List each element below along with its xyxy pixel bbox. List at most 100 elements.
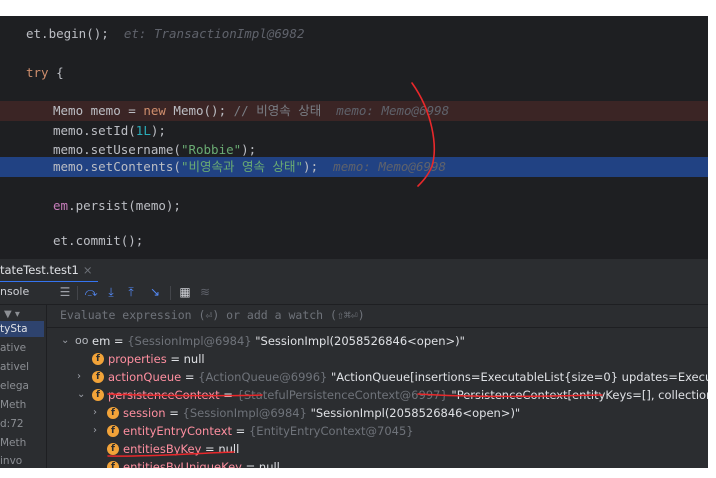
equals-sign: = (241, 460, 259, 468)
frame-item[interactable]: Meth (0, 397, 44, 413)
keyword-new: new (143, 103, 166, 118)
code-text: ); (150, 123, 166, 138)
variable-type: {SessionImpl@6984} (182, 406, 307, 420)
debug-toolbar: nsole ☰ ⤼ ⤓ ⤒ ↘ ▦ ≋ (0, 282, 708, 305)
code-text: memo.setId( (53, 123, 136, 138)
code-text: et.begin(); (26, 26, 109, 41)
menu-icon[interactable]: ☰ (58, 284, 72, 300)
field-icon: f (92, 371, 104, 383)
code-text: memo.setContents( (53, 159, 181, 174)
close-icon[interactable]: × (83, 263, 93, 277)
code-text: ); (241, 142, 257, 157)
toolbar-separator (170, 286, 171, 300)
table-icon[interactable]: ≋ (198, 284, 212, 300)
variable-row-persistencecontext[interactable]: ⌄ f persistenceContext = {StatefulPersis… (47, 386, 708, 404)
code-comment: // 비영속 상태 (233, 103, 322, 118)
variable-value: "SessionImpl(2058526846<open>)" (255, 334, 465, 348)
variable-name: persistenceContext (108, 388, 220, 402)
frame-item[interactable]: invo (0, 453, 44, 468)
frame-item[interactable]: d:72 (0, 416, 44, 432)
field-icon: f (107, 425, 119, 437)
inline-debug-hint: memo: Memo@6998 (336, 103, 450, 118)
variable-value: null (183, 352, 205, 366)
code-field: em (53, 198, 69, 213)
code-line-commit[interactable]: et.commit(); (0, 231, 708, 251)
variable-value: "PersistenceContext[entityKeys=[], colle… (451, 388, 708, 402)
collapse-arrow-icon[interactable]: ⌄ (77, 386, 87, 404)
tab-title: tateTest.test1 (0, 263, 79, 277)
frame-item[interactable]: ative (0, 340, 44, 356)
keyword-try: try (26, 65, 49, 80)
variable-row-properties[interactable]: f properties = null (47, 350, 708, 368)
code-text: ); (303, 159, 319, 174)
debug-session-tab[interactable]: tateTest.test1 × (0, 259, 99, 283)
code-editor[interactable]: et.begin(); et: TransactionImpl@6982 try… (0, 16, 708, 258)
run-to-cursor-icon[interactable]: ↘ (148, 284, 162, 300)
evaluate-icon[interactable]: ▦ (178, 284, 192, 300)
expand-arrow-icon[interactable]: › (93, 404, 103, 422)
variable-row-em[interactable]: ⌄ oo em = {SessionImpl@6984} "SessionImp… (47, 332, 708, 350)
expand-arrow-icon[interactable]: › (93, 422, 103, 440)
variable-name: entitiesByKey (123, 442, 202, 456)
frame-item[interactable]: Meth (0, 435, 44, 451)
code-string: "Robbie" (180, 142, 242, 157)
code-line-set-contents-current[interactable]: memo.setContents("비영속과 영속 상태"); memo: Me… (0, 157, 708, 177)
collapse-arrow-icon[interactable]: ⌄ (61, 332, 71, 350)
variable-type: {StatefulPersistenceContext@6997} (236, 388, 448, 402)
variable-name: session (123, 406, 166, 420)
evaluate-placeholder: Evaluate expression (⏎) or add a watch (… (60, 308, 365, 322)
variable-value: null (258, 460, 280, 468)
code-line-new-memo[interactable]: Memo memo = new Memo(); // 비영속 상태 memo: … (0, 101, 708, 121)
frame-item[interactable]: tySta (0, 321, 44, 337)
code-string: "비영속과 영속 상태" (180, 159, 304, 174)
field-icon: f (107, 461, 119, 468)
variable-name: properties (108, 352, 167, 366)
expand-arrow-icon[interactable]: › (77, 368, 87, 386)
variable-name: entitiesByUniqueKey (123, 460, 242, 468)
variable-value: null (218, 442, 240, 456)
code-text: { (48, 65, 64, 80)
variable-row-entityentrycontext[interactable]: › f entityEntryContext = {EntityEntryCon… (47, 422, 708, 440)
code-line-set-id[interactable]: memo.setId(1L); (0, 121, 708, 141)
code-text: .persist(memo); (68, 198, 181, 213)
field-icon: f (92, 389, 104, 401)
code-line-try[interactable]: try { (0, 63, 708, 83)
evaluate-expression-input[interactable]: Evaluate expression (⏎) or add a watch (… (47, 305, 708, 328)
field-icon: f (92, 353, 104, 365)
variable-type: {EntityEntryContext@7045} (248, 424, 414, 438)
code-line-begin[interactable]: et.begin(); et: TransactionImpl@6982 (0, 24, 708, 44)
frames-panel: tySta ative ativel elega Meth d:72 Meth … (0, 305, 47, 468)
variable-name: em (92, 334, 111, 348)
code-number: 1L (135, 123, 151, 138)
ide-window: et.begin(); et: TransactionImpl@6982 try… (0, 16, 708, 468)
filter-icon[interactable]: ▼ ▾ (4, 309, 20, 320)
code-line-persist[interactable]: em.persist(memo); (0, 196, 708, 216)
step-over-icon[interactable]: ⤼ (84, 284, 98, 300)
frame-item[interactable]: ativel (0, 359, 44, 375)
code-text: et.commit(); (53, 233, 144, 248)
variable-row-entitiesbykey[interactable]: f entitiesByKey = null (47, 440, 708, 458)
code-text: Memo(); (165, 103, 234, 118)
equals-sign: = (166, 352, 184, 366)
field-icon: f (107, 407, 119, 419)
step-into-icon[interactable]: ⤓ (104, 284, 118, 300)
inline-debug-hint: memo: Memo@6998 (333, 159, 447, 174)
watch-glasses-icon: oo (75, 334, 89, 347)
console-tab[interactable]: nsole (0, 285, 29, 298)
toolbar-separator (77, 286, 78, 300)
code-text: Memo memo = (53, 103, 144, 118)
step-out-icon[interactable]: ⤒ (124, 284, 138, 300)
variable-name: entityEntryContext (123, 424, 233, 438)
debug-tab-bar: tateTest.test1 × (0, 258, 708, 283)
variable-row-entitiesbyuniquekey[interactable]: f entitiesByUniqueKey = null (47, 458, 708, 468)
variables-tree: ⌄ oo em = {SessionImpl@6984} "SessionImp… (47, 328, 708, 468)
variable-name: actionQueue (108, 370, 182, 384)
variable-row-session[interactable]: › f session = {SessionImpl@6984} "Sessio… (47, 404, 708, 422)
variable-row-actionqueue[interactable]: › f actionQueue = {ActionQueue@6996} "Ac… (47, 368, 708, 386)
frame-item[interactable]: elega (0, 378, 44, 394)
code-text: memo.setUsername( (53, 142, 181, 157)
equals-sign: = (201, 442, 219, 456)
variable-value: "ActionQueue[insertions=ExecutableList{s… (331, 370, 708, 384)
variable-value: "SessionImpl(2058526846<open>)" (310, 406, 521, 420)
variable-type: {SessionImpl@6984} (127, 334, 252, 348)
